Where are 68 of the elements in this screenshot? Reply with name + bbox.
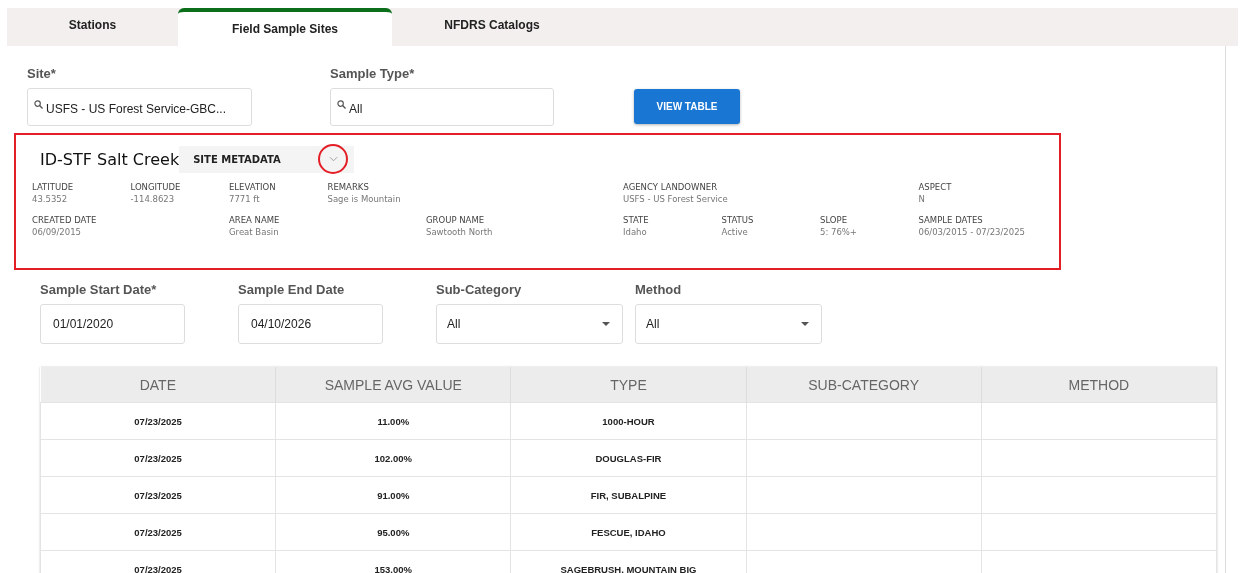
metadata-value: 7771 ft: [229, 193, 260, 206]
tab[interactable]: Field Sample Sites: [178, 8, 392, 46]
caret-icon: [801, 322, 809, 326]
metadata-label: GROUP NAME: [426, 214, 485, 226]
metadata-value: Great Basin: [229, 226, 279, 239]
table-cell: 102.00%: [374, 452, 413, 464]
field-label: Sample Type*: [330, 66, 416, 81]
metadata-value: 06/09/2015: [32, 226, 81, 239]
metadata-label: SAMPLE DATES: [918, 214, 983, 226]
table-cell: 95.00%: [377, 526, 410, 538]
field-label: Sub-Category: [436, 282, 523, 297]
metadata-label: LONGITUDE: [130, 181, 181, 193]
metadata-value: N: [918, 193, 925, 206]
table-cell: 07/23/2025: [134, 563, 182, 573]
date-field[interactable]: 01/01/2020: [40, 304, 185, 344]
metadata-label: AREA NAME: [229, 214, 280, 226]
column-header[interactable]: TYPE: [510, 367, 747, 403]
table-cell: 91.00%: [377, 489, 410, 501]
table-cell: FIR, SUBALPINE: [590, 489, 667, 501]
metadata-label: ASPECT: [918, 181, 952, 193]
column-header[interactable]: DATE: [40, 367, 276, 403]
metadata-value: 06/03/2015 - 07/23/2025: [918, 226, 1025, 239]
column-header[interactable]: SAMPLE AVG VALUE: [275, 367, 511, 403]
metadata-value: Idaho: [623, 226, 647, 239]
search-icon: [337, 100, 346, 109]
caret-icon: [602, 322, 610, 326]
metadata-toggle[interactable]: SITE METADATA: [179, 145, 355, 173]
metadata-value: -114.8623: [130, 193, 175, 206]
table-cell: FESCUE, IDAHO: [591, 526, 666, 538]
metadata-label: REMARKS: [327, 181, 369, 193]
metadata-label: CREATED DATE: [32, 214, 97, 226]
table-cell: DOUGLAS-FIR: [595, 452, 662, 464]
table-cell: 07/23/2025: [134, 415, 182, 427]
table-cell: 07/23/2025: [134, 489, 182, 501]
metadata-label: SLOPE: [820, 214, 847, 226]
metadata-value: Sage is Mountain: [327, 193, 401, 206]
field-label: Sample Start Date*: [40, 282, 158, 297]
metadata-label: AGENCY LANDOWNER: [623, 181, 718, 193]
field-label: Sample End Date: [238, 282, 346, 297]
tab[interactable]: Stations: [7, 8, 178, 46]
view-table-button[interactable]: VIEW TABLE: [634, 89, 740, 124]
metadata-value: Sawtooth North: [426, 226, 493, 239]
table-cell: 07/23/2025: [134, 452, 182, 464]
table-cell: 11.00%: [377, 415, 410, 427]
date-field[interactable]: 04/10/2026: [238, 304, 383, 344]
column-header[interactable]: METHOD: [981, 367, 1217, 403]
table-cell: 07/23/2025: [134, 526, 182, 538]
metadata-label: LATITUDE: [32, 181, 74, 193]
field-label: Method: [635, 282, 683, 297]
metadata-label: STATUS: [721, 214, 754, 226]
metadata-value: Active: [721, 226, 748, 239]
chevron-icon[interactable]: [318, 144, 349, 174]
dropdown[interactable]: All: [635, 304, 822, 344]
metadata-label: STATE: [623, 214, 649, 226]
metadata-value: USFS - US Forest Service: [623, 193, 728, 206]
column-header[interactable]: SUB-CATEGORY: [746, 367, 982, 403]
metadata-value: 5: 76%+: [820, 226, 857, 239]
table-cell: 153.00%: [374, 563, 413, 573]
dropdown[interactable]: All: [436, 304, 623, 344]
tab[interactable]: NFDRS Catalogs: [392, 8, 592, 46]
site-name: ID-STF Salt Creek: [40, 149, 180, 169]
metadata-value: 43.5352: [32, 193, 68, 206]
field-label: Site*: [27, 66, 57, 81]
search-field[interactable]: All: [330, 88, 554, 126]
search-icon: [34, 100, 43, 109]
table-cell: 1000-HOUR: [602, 415, 655, 427]
search-field[interactable]: USFS - US Forest Service-GBC...: [27, 88, 252, 126]
metadata-label: ELEVATION: [229, 181, 276, 193]
